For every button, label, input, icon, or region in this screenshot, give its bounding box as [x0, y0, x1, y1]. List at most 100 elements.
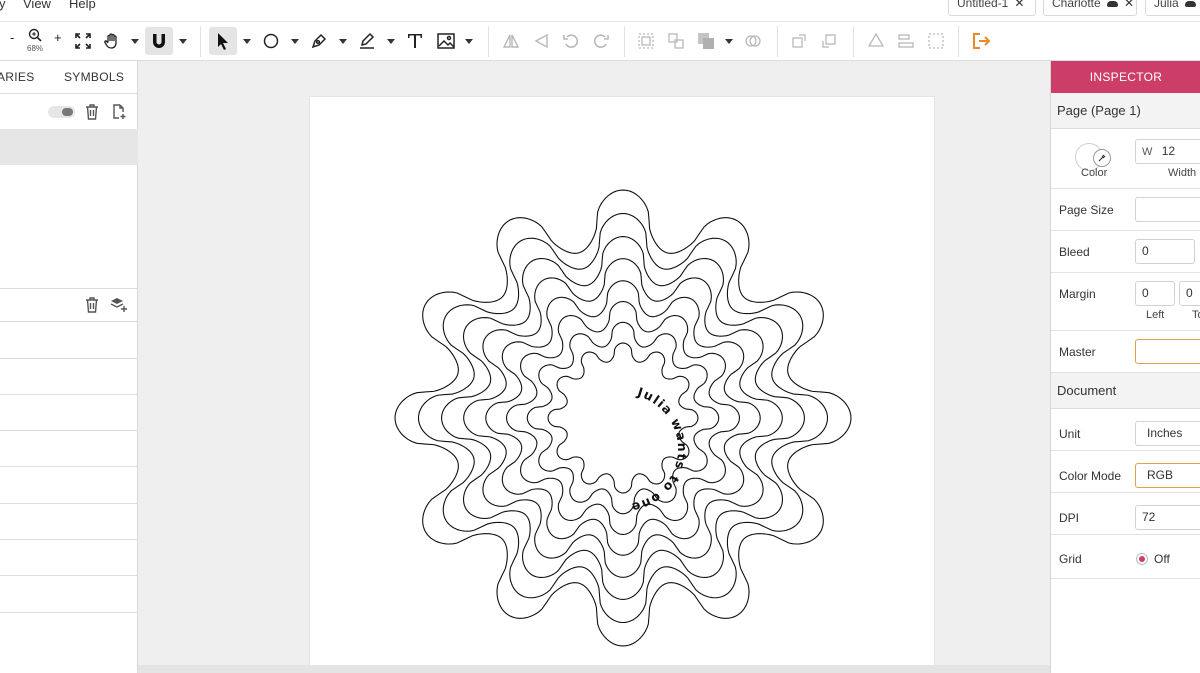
page-size-field[interactable]	[1135, 197, 1200, 222]
shape-icon[interactable]	[865, 30, 887, 52]
image-tool-icon[interactable]	[435, 30, 457, 52]
master-select[interactable]	[1135, 339, 1200, 364]
fit-screen-icon[interactable]	[72, 30, 94, 52]
layer-row-divider	[0, 394, 138, 395]
inspector-panel: INSPECTOR Page (Page 1) Color W 12 Width…	[1050, 61, 1200, 673]
toolbar-divider	[853, 26, 854, 57]
visibility-toggle[interactable]	[48, 106, 75, 118]
layer-row-divider	[0, 539, 138, 540]
add-layer-icon[interactable]	[110, 296, 128, 314]
grid-off-label: Off	[1154, 552, 1170, 566]
petal-ring[interactable]	[505, 300, 741, 536]
menu-help[interactable]: Help	[69, 0, 96, 11]
zoom-out-button[interactable]: -	[10, 30, 14, 45]
unit-select[interactable]: Inches	[1135, 421, 1200, 446]
chevron-down-icon[interactable]	[386, 34, 396, 48]
zoom-icon[interactable]	[25, 26, 45, 44]
rotate-left-icon[interactable]	[560, 30, 582, 52]
margin-row: Margin 0 0 Left To	[1051, 273, 1200, 331]
close-icon[interactable]: ✕	[1014, 0, 1024, 10]
flip-vertical-icon[interactable]	[530, 30, 552, 52]
chevron-down-icon[interactable]	[242, 34, 252, 48]
text-tool-icon[interactable]	[404, 30, 426, 52]
snap-magnet-icon[interactable]	[145, 27, 173, 55]
divider	[0, 288, 138, 289]
chevron-down-icon[interactable]	[464, 34, 474, 48]
petal-rings[interactable]	[394, 189, 852, 647]
tab-symbols[interactable]: SYMBOLS	[64, 70, 124, 84]
page-size-label: Page Size	[1059, 203, 1114, 217]
cloud-icon	[1185, 0, 1197, 7]
petal-ring[interactable]	[441, 236, 805, 600]
align-icon[interactable]	[895, 30, 917, 52]
rotate-right-icon[interactable]	[590, 30, 612, 52]
group-icon[interactable]	[635, 30, 657, 52]
document-section-title: Document	[1057, 383, 1117, 398]
doc-tab-label: Untitled-1	[957, 0, 1009, 10]
bleed-row: Bleed 0	[1051, 231, 1200, 273]
margin-label: Margin	[1059, 287, 1096, 301]
master-label: Master	[1059, 345, 1096, 359]
toolbar-divider	[624, 26, 625, 57]
width-field[interactable]: W 12	[1135, 139, 1200, 164]
width-value: 12	[1161, 144, 1176, 158]
layer-row-divider	[0, 358, 138, 359]
margin-left-field[interactable]: 0	[1135, 281, 1175, 306]
bleed-field[interactable]: 0	[1135, 239, 1195, 264]
width-prefix: W	[1142, 146, 1153, 158]
chevron-down-icon[interactable]	[724, 34, 734, 48]
export-icon[interactable]	[970, 30, 992, 52]
trash-icon[interactable]	[83, 296, 101, 314]
color-label: Color	[1081, 167, 1108, 179]
doc-tab-charlotte[interactable]: Charlotte ✕	[1043, 0, 1137, 16]
flip-horizontal-icon[interactable]	[500, 30, 522, 52]
select-tool-icon[interactable]	[209, 27, 237, 55]
bring-forward-icon[interactable]	[788, 30, 810, 52]
toolbar-divider	[200, 26, 201, 57]
eyedropper-icon[interactable]	[1093, 149, 1111, 167]
margin-top-field[interactable]: 0	[1179, 281, 1200, 306]
unit-row: Unit Inches	[1051, 409, 1200, 451]
flower-artwork[interactable]: Julia wants to one day become a publishe…	[303, 85, 936, 667]
ellipse-tool-icon[interactable]	[260, 30, 282, 52]
tab-libraries[interactable]: ARIES	[0, 70, 35, 84]
color-mode-select[interactable]: RGB	[1135, 463, 1200, 488]
petal-ring[interactable]	[526, 321, 720, 515]
canvas-area[interactable]: Julia wants to one day become a publishe…	[138, 61, 1050, 673]
horizontal-scrollbar[interactable]	[138, 665, 1050, 673]
page-section-header: Page (Page 1)	[1051, 93, 1200, 129]
pencil-tool-icon[interactable]	[356, 30, 378, 52]
ungroup-icon[interactable]	[665, 30, 687, 52]
close-icon[interactable]: ✕	[1124, 0, 1134, 10]
menu-item-partial[interactable]: y	[0, 0, 6, 11]
artboard-icon[interactable]	[925, 30, 947, 52]
chevron-down-icon[interactable]	[130, 34, 140, 48]
menu-bar: y View Help Untitled-1 ✕ Charlotte ✕ Juli…	[0, 0, 1200, 22]
divider	[0, 321, 138, 322]
page-list-item-selected[interactable]	[0, 129, 138, 165]
zoom-in-button[interactable]: +	[54, 30, 62, 45]
chevron-down-icon[interactable]	[338, 34, 348, 48]
toolbar-divider	[777, 26, 778, 57]
dpi-field[interactable]: 72	[1135, 505, 1200, 530]
document-section-header: Document	[1051, 373, 1200, 409]
menu-view[interactable]: View	[23, 0, 51, 11]
margin-left-label: Left	[1146, 309, 1165, 321]
trash-icon[interactable]	[83, 103, 101, 121]
grid-off-radio[interactable]	[1136, 553, 1148, 565]
boolean-icon[interactable]	[742, 30, 764, 52]
doc-tab-untitled[interactable]: Untitled-1 ✕	[948, 0, 1036, 16]
width-label: Width	[1168, 167, 1197, 179]
petal-ring[interactable]	[417, 212, 829, 624]
chevron-down-icon[interactable]	[178, 34, 188, 48]
artboard-page[interactable]: Julia wants to one day become a publishe…	[303, 85, 936, 667]
arrange-icon[interactable]	[695, 30, 717, 52]
layer-row-divider	[0, 575, 138, 576]
petal-ring[interactable]	[463, 258, 783, 578]
send-backward-icon[interactable]	[818, 30, 840, 52]
doc-tab-julia[interactable]: Julia	[1145, 0, 1200, 16]
hand-icon[interactable]	[101, 30, 123, 52]
pen-tool-icon[interactable]	[308, 30, 330, 52]
chevron-down-icon[interactable]	[290, 34, 300, 48]
add-page-icon[interactable]	[110, 103, 128, 121]
